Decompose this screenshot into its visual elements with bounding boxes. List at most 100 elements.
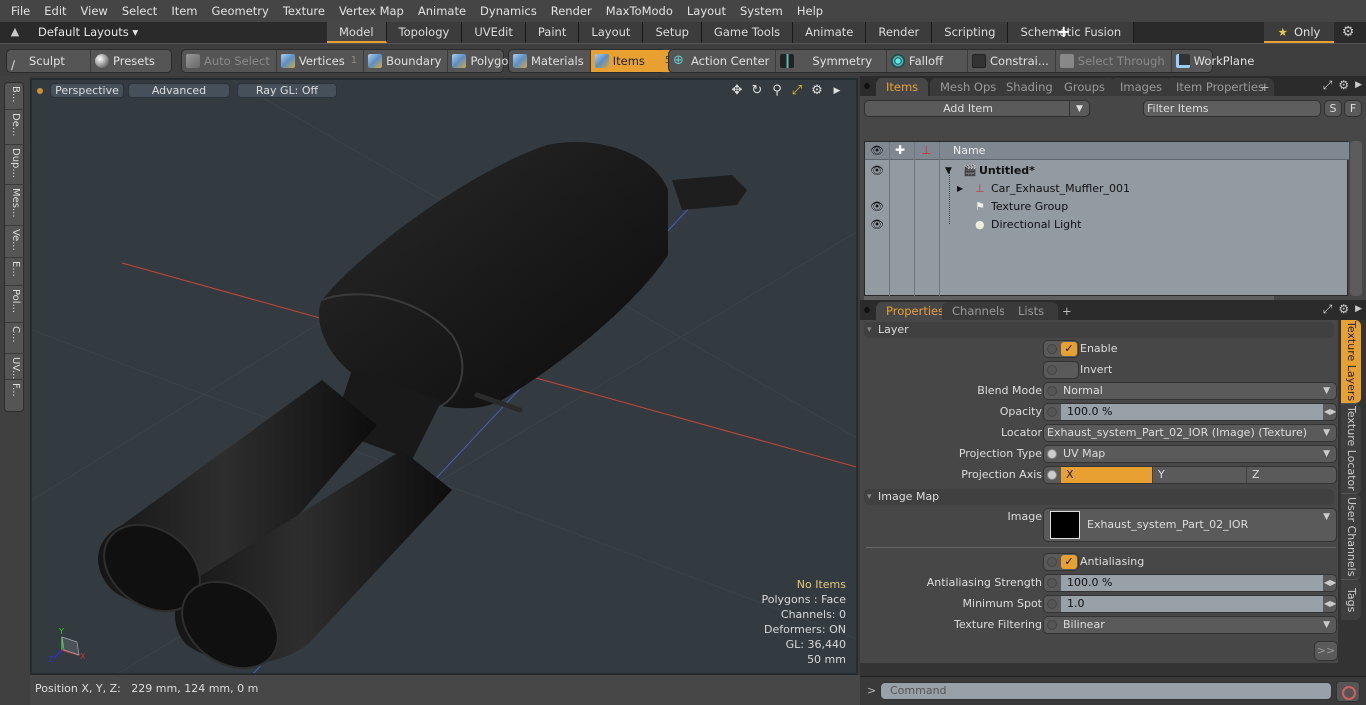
filter-items-input[interactable]: Filter Items <box>1143 100 1321 117</box>
only-button[interactable]: ★ Only <box>1264 22 1334 43</box>
tab-shading[interactable]: Shading <box>996 78 1063 96</box>
add-item-button[interactable]: Add Item ▼ <box>864 100 1090 117</box>
menu-view[interactable]: View <box>74 0 115 22</box>
rotate-icon[interactable]: ↻ <box>750 83 764 99</box>
tab-lists[interactable]: Lists <box>1004 302 1059 320</box>
menu-system[interactable]: System <box>733 0 790 22</box>
axis-z-option[interactable]: Z <box>1247 467 1336 483</box>
axis-x-option[interactable]: X <box>1061 467 1153 483</box>
select-through-button[interactable]: Select Through <box>1056 50 1172 72</box>
side-tab-texture-locator[interactable]: Texture Locator <box>1341 404 1361 494</box>
constraints-button[interactable]: Constrai... <box>968 50 1056 72</box>
tab-items[interactable]: Items <box>876 78 929 96</box>
tree-row-directional-light[interactable]: 👁 ● Directional Light <box>865 216 1349 234</box>
image-select[interactable]: Exhaust_system_Part_02_IOR ▼ <box>1043 508 1337 542</box>
shading-dropdown[interactable]: Advanced <box>128 83 230 98</box>
maximize-panel-icon[interactable]: ⤢ <box>1323 302 1333 317</box>
tab-layout[interactable]: Layout <box>579 22 644 43</box>
left-tab-duplicate[interactable]: Dup... <box>5 145 25 185</box>
boundary-button[interactable]: Boundary <box>364 50 449 72</box>
add-item-dropdown-icon[interactable]: ▼ <box>1069 101 1089 117</box>
menu-vertex-map[interactable]: Vertex Map <box>332 0 411 22</box>
tree-row-untitled[interactable]: 👁 ▼ 🎬 Untitled* <box>865 162 1349 180</box>
invert-checkbox[interactable] <box>1043 361 1079 379</box>
locator-select[interactable]: Exhaust_system_Part_02_IOR (Image) (Text… <box>1043 424 1337 442</box>
viewport-gear-icon[interactable]: ⚙ <box>810 83 824 99</box>
panel-menu-dot[interactable] <box>864 83 870 89</box>
record-macro-button[interactable] <box>1336 681 1360 702</box>
menu-maxtomodo[interactable]: MaxToModo <box>599 0 680 22</box>
auto-select-button[interactable]: Auto Select <box>182 50 277 72</box>
antialiasing-strength-input[interactable]: 100.0 % ◀▶ <box>1043 574 1337 592</box>
symmetry-button[interactable]: Symmetry <box>776 50 888 72</box>
slider-handle-icon[interactable]: ◀▶ <box>1324 576 1336 590</box>
items-button[interactable]: Items5 <box>590 50 678 72</box>
left-tab-mesh-edit[interactable]: Mes... <box>5 185 25 226</box>
visibility-column-icon[interactable]: 👁 <box>870 144 884 157</box>
viewport-options-dot[interactable] <box>37 88 43 94</box>
name-column-header[interactable]: Name <box>953 144 985 157</box>
menu-dynamics[interactable]: Dynamics <box>473 0 544 22</box>
s-button[interactable]: S <box>1324 100 1342 117</box>
tree-row-muffler[interactable]: ▶ ⊥ Car_Exhaust_Muffler_001 <box>865 180 1349 198</box>
maximize-icon[interactable]: ⤢ <box>790 83 804 99</box>
vertices-button[interactable]: Vertices 1 <box>277 50 365 72</box>
f-button[interactable]: F <box>1344 100 1362 117</box>
menu-geometry[interactable]: Geometry <box>205 0 276 22</box>
presets-button[interactable]: Presets <box>91 50 161 72</box>
maximize-panel-icon[interactable]: ⤢ <box>1323 78 1333 93</box>
action-center-button[interactable]: ⊕ Action Center <box>669 50 777 72</box>
tab-scripting[interactable]: Scripting <box>932 22 1009 43</box>
antialiasing-checkbox[interactable]: ✓ <box>1043 553 1079 571</box>
visibility-eye-icon[interactable]: 👁 <box>870 198 884 216</box>
falloff-button[interactable]: Falloff <box>887 50 968 72</box>
minimum-spot-input[interactable]: 1.0 ◀▶ <box>1043 595 1337 613</box>
projection-type-select[interactable]: UV Map ▼ <box>1043 445 1337 463</box>
menu-help[interactable]: Help <box>790 0 830 22</box>
side-tab-user-channels[interactable]: User Channels <box>1341 494 1361 580</box>
tree-row-texture-group[interactable]: 👁 ⚑ Texture Group <box>865 198 1349 216</box>
texture-filtering-select[interactable]: Bilinear ▼ <box>1043 616 1337 634</box>
3d-viewport[interactable]: Y X Z Perspective Advanced Ray GL: Off ✥… <box>30 78 858 675</box>
layer-section-header[interactable]: Layer <box>864 322 1334 338</box>
add-panel-tab-button[interactable]: + <box>1256 78 1274 96</box>
menu-item[interactable]: Item <box>164 0 204 22</box>
expand-triangle-icon[interactable]: ▼ <box>945 162 952 180</box>
panel-arrow-icon[interactable]: ▶ <box>1355 302 1362 317</box>
panel-gear-icon[interactable]: ⚙ <box>1338 78 1349 93</box>
menu-texture[interactable]: Texture <box>276 0 332 22</box>
image-map-section-header[interactable]: Image Map <box>864 489 1334 505</box>
default-layouts-dropdown[interactable]: Default Layouts ▾ <box>38 22 138 43</box>
visibility-eye-icon[interactable]: 👁 <box>870 162 884 180</box>
add-panel-tab-button[interactable]: + <box>1058 302 1076 320</box>
tab-setup[interactable]: Setup <box>643 22 702 43</box>
perspective-dropdown[interactable]: Perspective <box>50 83 124 98</box>
tab-images[interactable]: Images <box>1110 78 1173 96</box>
raygl-dropdown[interactable]: Ray GL: Off <box>237 83 337 98</box>
tab-topology[interactable]: Topology <box>386 22 463 43</box>
visibility-eye-icon[interactable]: 👁 <box>870 216 884 234</box>
enable-checkbox[interactable]: ✓ <box>1043 340 1079 358</box>
zoom-icon[interactable]: ⚲ <box>770 83 784 99</box>
tree-vertical-scrollbar[interactable] <box>1350 141 1362 296</box>
sculpt-button[interactable]: ∕ Sculpt <box>7 50 91 72</box>
menu-render[interactable]: Render <box>544 0 599 22</box>
command-input[interactable]: Command <box>880 682 1332 700</box>
opacity-input[interactable]: 100.0 % ◀▶ <box>1043 403 1337 421</box>
materials-button[interactable]: Materials <box>509 50 591 72</box>
tab-mesh-ops[interactable]: Mesh Ops <box>930 78 1007 96</box>
left-tab-uv[interactable]: UV... <box>5 354 25 380</box>
slider-handle-icon[interactable]: ◀▶ <box>1324 405 1336 419</box>
more-button[interactable]: >> <box>1314 641 1338 661</box>
left-tab-curve[interactable]: C... <box>5 323 25 354</box>
tab-game-tools[interactable]: Game Tools <box>701 22 794 43</box>
tab-animate[interactable]: Animate <box>793 22 867 43</box>
collapse-up-icon[interactable]: ▲ <box>8 25 22 39</box>
tab-uvedit[interactable]: UVEdit <box>462 22 526 43</box>
left-tab-fusion[interactable]: F... <box>5 380 25 411</box>
panel-arrow-icon[interactable]: ▶ <box>1355 78 1362 93</box>
slider-handle-icon[interactable]: ◀▶ <box>1324 597 1336 611</box>
blend-mode-select[interactable]: Normal ▼ <box>1043 382 1337 400</box>
side-tab-texture-layers[interactable]: Texture Layers <box>1341 320 1361 404</box>
tab-render[interactable]: Render <box>866 22 933 43</box>
